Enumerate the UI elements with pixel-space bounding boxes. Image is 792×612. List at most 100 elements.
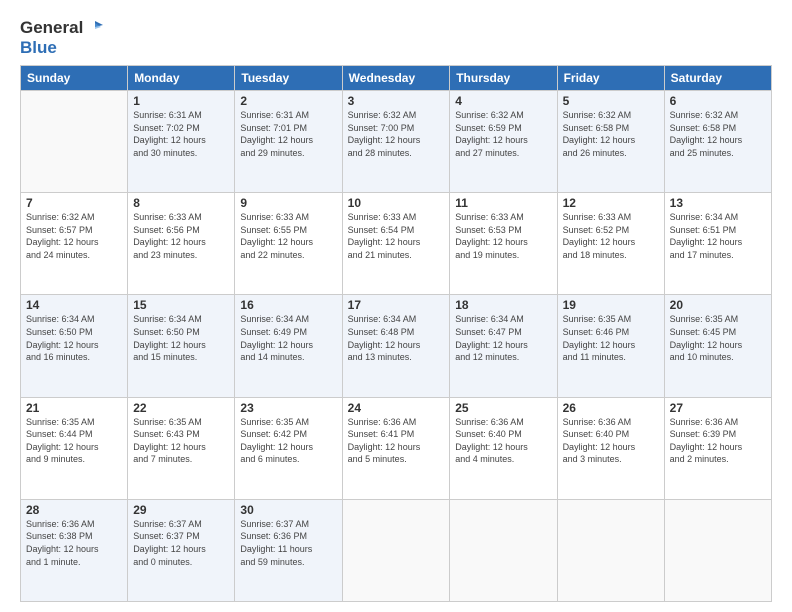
day-info: Sunrise: 6:37 AM Sunset: 6:37 PM Dayligh… <box>133 518 229 568</box>
calendar-day-cell: 5Sunrise: 6:32 AM Sunset: 6:58 PM Daylig… <box>557 91 664 193</box>
calendar-day-cell: 16Sunrise: 6:34 AM Sunset: 6:49 PM Dayli… <box>235 295 342 397</box>
day-info: Sunrise: 6:33 AM Sunset: 6:53 PM Dayligh… <box>455 211 551 261</box>
day-number: 12 <box>563 196 659 210</box>
calendar-day-cell: 6Sunrise: 6:32 AM Sunset: 6:58 PM Daylig… <box>664 91 771 193</box>
day-info: Sunrise: 6:31 AM Sunset: 7:02 PM Dayligh… <box>133 109 229 159</box>
day-info: Sunrise: 6:33 AM Sunset: 6:56 PM Dayligh… <box>133 211 229 261</box>
calendar-day-cell <box>342 499 450 601</box>
day-info: Sunrise: 6:35 AM Sunset: 6:43 PM Dayligh… <box>133 416 229 466</box>
day-info: Sunrise: 6:34 AM Sunset: 6:50 PM Dayligh… <box>133 313 229 363</box>
calendar-day-cell: 13Sunrise: 6:34 AM Sunset: 6:51 PM Dayli… <box>664 193 771 295</box>
day-info: Sunrise: 6:34 AM Sunset: 6:51 PM Dayligh… <box>670 211 766 261</box>
day-number: 3 <box>348 94 445 108</box>
calendar-day-cell: 29Sunrise: 6:37 AM Sunset: 6:37 PM Dayli… <box>128 499 235 601</box>
day-info: Sunrise: 6:35 AM Sunset: 6:46 PM Dayligh… <box>563 313 659 363</box>
weekday-header: Tuesday <box>235 66 342 91</box>
day-info: Sunrise: 6:35 AM Sunset: 6:44 PM Dayligh… <box>26 416 122 466</box>
calendar-day-cell: 22Sunrise: 6:35 AM Sunset: 6:43 PM Dayli… <box>128 397 235 499</box>
day-number: 18 <box>455 298 551 312</box>
weekday-header: Friday <box>557 66 664 91</box>
calendar-table: SundayMondayTuesdayWednesdayThursdayFrid… <box>20 65 772 602</box>
day-info: Sunrise: 6:32 AM Sunset: 7:00 PM Dayligh… <box>348 109 445 159</box>
day-number: 10 <box>348 196 445 210</box>
calendar-day-cell: 23Sunrise: 6:35 AM Sunset: 6:42 PM Dayli… <box>235 397 342 499</box>
weekday-header-row: SundayMondayTuesdayWednesdayThursdayFrid… <box>21 66 772 91</box>
calendar-week-row: 21Sunrise: 6:35 AM Sunset: 6:44 PM Dayli… <box>21 397 772 499</box>
calendar-day-cell: 28Sunrise: 6:36 AM Sunset: 6:38 PM Dayli… <box>21 499 128 601</box>
calendar-day-cell <box>21 91 128 193</box>
day-number: 14 <box>26 298 122 312</box>
day-number: 6 <box>670 94 766 108</box>
calendar-day-cell: 20Sunrise: 6:35 AM Sunset: 6:45 PM Dayli… <box>664 295 771 397</box>
calendar-day-cell: 26Sunrise: 6:36 AM Sunset: 6:40 PM Dayli… <box>557 397 664 499</box>
calendar-day-cell: 27Sunrise: 6:36 AM Sunset: 6:39 PM Dayli… <box>664 397 771 499</box>
day-number: 5 <box>563 94 659 108</box>
day-number: 20 <box>670 298 766 312</box>
day-number: 7 <box>26 196 122 210</box>
day-number: 13 <box>670 196 766 210</box>
calendar-day-cell: 2Sunrise: 6:31 AM Sunset: 7:01 PM Daylig… <box>235 91 342 193</box>
calendar-day-cell: 8Sunrise: 6:33 AM Sunset: 6:56 PM Daylig… <box>128 193 235 295</box>
calendar-day-cell <box>450 499 557 601</box>
day-number: 27 <box>670 401 766 415</box>
day-info: Sunrise: 6:36 AM Sunset: 6:39 PM Dayligh… <box>670 416 766 466</box>
logo-bird-icon <box>85 19 103 37</box>
calendar-week-row: 1Sunrise: 6:31 AM Sunset: 7:02 PM Daylig… <box>21 91 772 193</box>
day-info: Sunrise: 6:36 AM Sunset: 6:38 PM Dayligh… <box>26 518 122 568</box>
calendar-day-cell: 7Sunrise: 6:32 AM Sunset: 6:57 PM Daylig… <box>21 193 128 295</box>
calendar-day-cell: 12Sunrise: 6:33 AM Sunset: 6:52 PM Dayli… <box>557 193 664 295</box>
calendar-day-cell <box>664 499 771 601</box>
day-info: Sunrise: 6:33 AM Sunset: 6:54 PM Dayligh… <box>348 211 445 261</box>
day-number: 28 <box>26 503 122 517</box>
day-number: 8 <box>133 196 229 210</box>
day-number: 11 <box>455 196 551 210</box>
day-info: Sunrise: 6:34 AM Sunset: 6:47 PM Dayligh… <box>455 313 551 363</box>
calendar-day-cell: 15Sunrise: 6:34 AM Sunset: 6:50 PM Dayli… <box>128 295 235 397</box>
day-number: 22 <box>133 401 229 415</box>
calendar-day-cell: 1Sunrise: 6:31 AM Sunset: 7:02 PM Daylig… <box>128 91 235 193</box>
day-info: Sunrise: 6:32 AM Sunset: 6:58 PM Dayligh… <box>563 109 659 159</box>
day-number: 29 <box>133 503 229 517</box>
calendar-day-cell: 17Sunrise: 6:34 AM Sunset: 6:48 PM Dayli… <box>342 295 450 397</box>
day-number: 15 <box>133 298 229 312</box>
weekday-header: Sunday <box>21 66 128 91</box>
day-info: Sunrise: 6:32 AM Sunset: 6:57 PM Dayligh… <box>26 211 122 261</box>
day-number: 26 <box>563 401 659 415</box>
logo-blue: Blue <box>20 38 57 58</box>
calendar-day-cell: 3Sunrise: 6:32 AM Sunset: 7:00 PM Daylig… <box>342 91 450 193</box>
day-number: 4 <box>455 94 551 108</box>
day-number: 9 <box>240 196 336 210</box>
day-number: 25 <box>455 401 551 415</box>
weekday-header: Monday <box>128 66 235 91</box>
day-number: 19 <box>563 298 659 312</box>
header: General Blue <box>20 18 772 57</box>
day-number: 21 <box>26 401 122 415</box>
logo-general: General <box>20 18 83 38</box>
day-info: Sunrise: 6:36 AM Sunset: 6:40 PM Dayligh… <box>455 416 551 466</box>
calendar-day-cell: 14Sunrise: 6:34 AM Sunset: 6:50 PM Dayli… <box>21 295 128 397</box>
calendar-day-cell: 30Sunrise: 6:37 AM Sunset: 6:36 PM Dayli… <box>235 499 342 601</box>
day-info: Sunrise: 6:34 AM Sunset: 6:49 PM Dayligh… <box>240 313 336 363</box>
day-number: 24 <box>348 401 445 415</box>
calendar-day-cell: 19Sunrise: 6:35 AM Sunset: 6:46 PM Dayli… <box>557 295 664 397</box>
day-info: Sunrise: 6:33 AM Sunset: 6:55 PM Dayligh… <box>240 211 336 261</box>
day-info: Sunrise: 6:33 AM Sunset: 6:52 PM Dayligh… <box>563 211 659 261</box>
day-number: 2 <box>240 94 336 108</box>
day-info: Sunrise: 6:32 AM Sunset: 6:58 PM Dayligh… <box>670 109 766 159</box>
day-info: Sunrise: 6:37 AM Sunset: 6:36 PM Dayligh… <box>240 518 336 568</box>
calendar-week-row: 28Sunrise: 6:36 AM Sunset: 6:38 PM Dayli… <box>21 499 772 601</box>
calendar-day-cell: 9Sunrise: 6:33 AM Sunset: 6:55 PM Daylig… <box>235 193 342 295</box>
calendar-day-cell: 10Sunrise: 6:33 AM Sunset: 6:54 PM Dayli… <box>342 193 450 295</box>
calendar-day-cell: 24Sunrise: 6:36 AM Sunset: 6:41 PM Dayli… <box>342 397 450 499</box>
day-number: 1 <box>133 94 229 108</box>
day-number: 30 <box>240 503 336 517</box>
day-info: Sunrise: 6:35 AM Sunset: 6:42 PM Dayligh… <box>240 416 336 466</box>
weekday-header: Thursday <box>450 66 557 91</box>
calendar-day-cell: 18Sunrise: 6:34 AM Sunset: 6:47 PM Dayli… <box>450 295 557 397</box>
day-info: Sunrise: 6:32 AM Sunset: 6:59 PM Dayligh… <box>455 109 551 159</box>
weekday-header: Saturday <box>664 66 771 91</box>
calendar-week-row: 14 Sunrise: 6:34 AM Sunset: 6:50 PM Dayli… <box>21 295 772 397</box>
day-info: Sunrise: 6:35 AM Sunset: 6:45 PM Dayligh… <box>670 313 766 363</box>
calendar-day-cell: 21Sunrise: 6:35 AM Sunset: 6:44 PM Dayli… <box>21 397 128 499</box>
calendar-week-row: 7Sunrise: 6:32 AM Sunset: 6:57 PM Daylig… <box>21 193 772 295</box>
